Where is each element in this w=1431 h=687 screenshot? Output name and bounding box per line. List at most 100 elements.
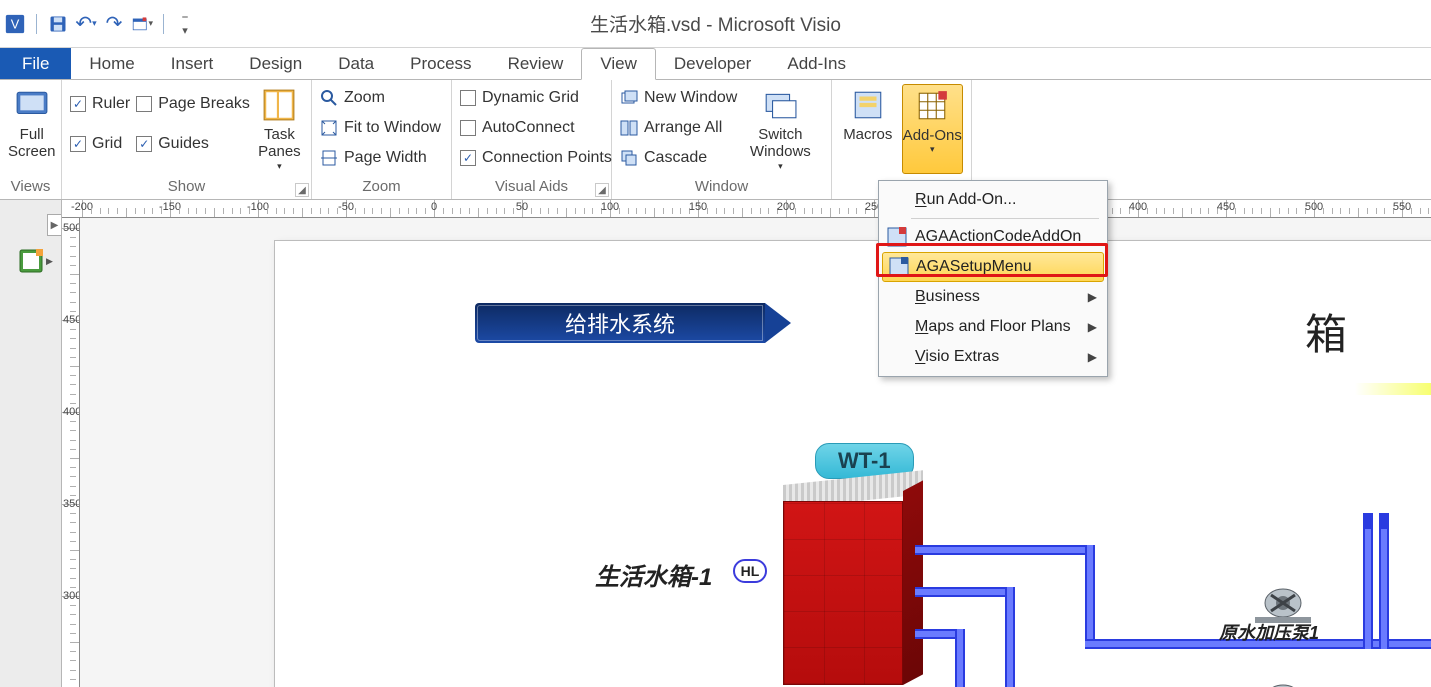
undo-icon[interactable]: ↶▾: [75, 13, 97, 35]
macros-button[interactable]: Macros: [840, 84, 896, 174]
task-panes-label: Task Panes: [258, 126, 301, 161]
switch-windows-label: Switch Windows: [750, 126, 811, 161]
page-title-text: 箱: [1305, 301, 1349, 362]
pipe[interactable]: [1085, 545, 1095, 649]
group-label-show: Show: [70, 177, 303, 197]
zoom-label: Zoom: [344, 89, 385, 107]
group-label-window: Window: [620, 177, 823, 197]
tab-developer[interactable]: Developer: [656, 48, 770, 79]
fit-label: Fit to Window: [344, 119, 441, 137]
macros-label: Macros: [843, 126, 892, 143]
qat-customize-icon[interactable]: ⎯▾: [174, 13, 196, 35]
expand-shapes-icon[interactable]: ▶: [47, 214, 61, 236]
show-launcher-icon[interactable]: ◢: [295, 183, 309, 197]
tab-design[interactable]: Design: [231, 48, 320, 79]
drawing-page[interactable]: 给排水系统 箱 WT-1 生活水箱-1 HL: [274, 240, 1431, 687]
page-breaks-checkbox[interactable]: Page Breaks: [136, 90, 250, 118]
full-screen-button[interactable]: Full Screen: [8, 84, 56, 174]
ruler-checkbox[interactable]: Ruler: [70, 90, 130, 118]
pipe[interactable]: [1363, 521, 1373, 649]
addons-button[interactable]: Add-Ons▾: [902, 84, 963, 174]
connection-points-label: Connection Points: [482, 149, 612, 167]
tab-addins[interactable]: Add-Ins: [769, 48, 864, 79]
qat-separator: [36, 14, 37, 34]
switch-windows-button[interactable]: Switch Windows▾: [743, 84, 817, 174]
redo-icon[interactable]: ↷: [103, 13, 125, 35]
maps-submenu[interactable]: Maps and Floor Plans▶: [881, 312, 1105, 342]
dynamic-grid-label: Dynamic Grid: [482, 89, 579, 107]
qat-calendar-icon[interactable]: ▾: [131, 13, 153, 35]
tab-home[interactable]: Home: [71, 48, 152, 79]
pump-label: 原水加压泵1: [1219, 619, 1319, 645]
pipe-end: [1379, 513, 1389, 529]
fit-to-window-button[interactable]: Fit to Window: [320, 114, 441, 142]
autoconnect-checkbox[interactable]: AutoConnect: [460, 114, 612, 142]
visio-extras-submenu[interactable]: Visio Extras▶: [881, 342, 1105, 372]
arrange-all-label: Arrange All: [644, 119, 722, 137]
vertical-ruler[interactable]: 500450400350300: [62, 218, 80, 687]
banner-label: 给排水系统: [565, 307, 675, 339]
page-width-button[interactable]: Page Width: [320, 144, 441, 172]
pipe[interactable]: [915, 545, 1095, 555]
canvas-area: -200-150-100-500501001502002503003504004…: [62, 200, 1431, 687]
aga-action-item[interactable]: AGAActionCodeAddOn: [881, 222, 1105, 252]
full-screen-label: Full Screen: [8, 126, 56, 161]
arrange-all-button[interactable]: Arrange All: [620, 114, 737, 142]
visual-aids-launcher-icon[interactable]: ◢: [595, 183, 609, 197]
pipe[interactable]: [1379, 521, 1389, 649]
tab-process[interactable]: Process: [392, 48, 489, 79]
page-width-label: Page Width: [344, 149, 427, 167]
group-label-views: Views: [8, 177, 53, 197]
grid-label: Grid: [92, 135, 122, 153]
tank-label: 生活水箱-1: [595, 557, 712, 592]
quick-access-toolbar: V ↶▾ ↷ ▾ ⎯▾: [0, 13, 196, 35]
grid-checkbox[interactable]: Grid: [70, 130, 130, 158]
dynamic-grid-checkbox[interactable]: Dynamic Grid: [460, 84, 612, 112]
stencil-icon[interactable]: ▶: [18, 248, 44, 274]
tab-file[interactable]: File: [0, 48, 71, 79]
workspace: ▶ ▶ -200-150-100-50050100150200250300350…: [0, 200, 1431, 687]
aga-setup-label: AGASetupMenu: [916, 258, 1032, 276]
water-tank-shape[interactable]: [783, 485, 923, 685]
tab-insert[interactable]: Insert: [153, 48, 232, 79]
drawing-canvas[interactable]: 给排水系统 箱 WT-1 生活水箱-1 HL: [80, 218, 1431, 687]
save-icon[interactable]: [47, 13, 69, 35]
addons-label: Add-Ons: [903, 127, 962, 144]
window-title: 生活水箱.vsd - Microsoft Visio: [0, 10, 1431, 37]
guides-checkbox[interactable]: Guides: [136, 130, 250, 158]
cascade-button[interactable]: Cascade: [620, 144, 737, 172]
ribbon-tabs: File Home Insert Design Data Process Rev…: [0, 48, 1431, 80]
addon-item-icon: [889, 257, 909, 277]
business-submenu[interactable]: Business▶: [881, 282, 1105, 312]
visio-app-icon[interactable]: V: [4, 13, 26, 35]
page-breaks-label: Page Breaks: [158, 95, 250, 113]
pipe[interactable]: [1005, 587, 1015, 687]
aga-setup-item[interactable]: AGASetupMenu: [882, 252, 1104, 282]
task-panes-button[interactable]: Task Panes▾: [256, 84, 303, 174]
zoom-button[interactable]: Zoom: [320, 84, 441, 112]
banner-shape[interactable]: 给排水系统: [475, 303, 765, 343]
submenu-arrow-icon: ▶: [1088, 290, 1097, 304]
connection-points-checkbox[interactable]: Connection Points: [460, 144, 612, 172]
pump-shape[interactable]: [1255, 677, 1311, 687]
qat-separator: [163, 14, 164, 34]
new-window-button[interactable]: New Window: [620, 84, 737, 112]
new-window-label: New Window: [644, 89, 737, 107]
addon-item-icon: [887, 227, 907, 247]
cascade-label: Cascade: [644, 149, 707, 167]
tab-data[interactable]: Data: [320, 48, 392, 79]
run-addon-item[interactable]: Run Add-On...: [881, 185, 1105, 215]
gradient-bar: [1355, 383, 1431, 395]
svg-text:V: V: [11, 16, 20, 31]
hl-indicator[interactable]: HL: [733, 559, 767, 583]
pipe[interactable]: [915, 587, 1015, 597]
ribbon: Full Screen Views Ruler Grid Page Breaks…: [0, 80, 1431, 200]
tab-view[interactable]: View: [581, 48, 656, 80]
shapes-pane[interactable]: ▶ ▶: [0, 200, 62, 687]
horizontal-ruler[interactable]: -200-150-100-500501001502002503003504004…: [62, 200, 1431, 218]
pipe[interactable]: [955, 629, 965, 687]
aga-action-label: AGAActionCodeAddOn: [915, 228, 1081, 246]
tab-review[interactable]: Review: [490, 48, 582, 79]
guides-label: Guides: [158, 135, 209, 153]
dropdown-separator: [911, 218, 1099, 219]
